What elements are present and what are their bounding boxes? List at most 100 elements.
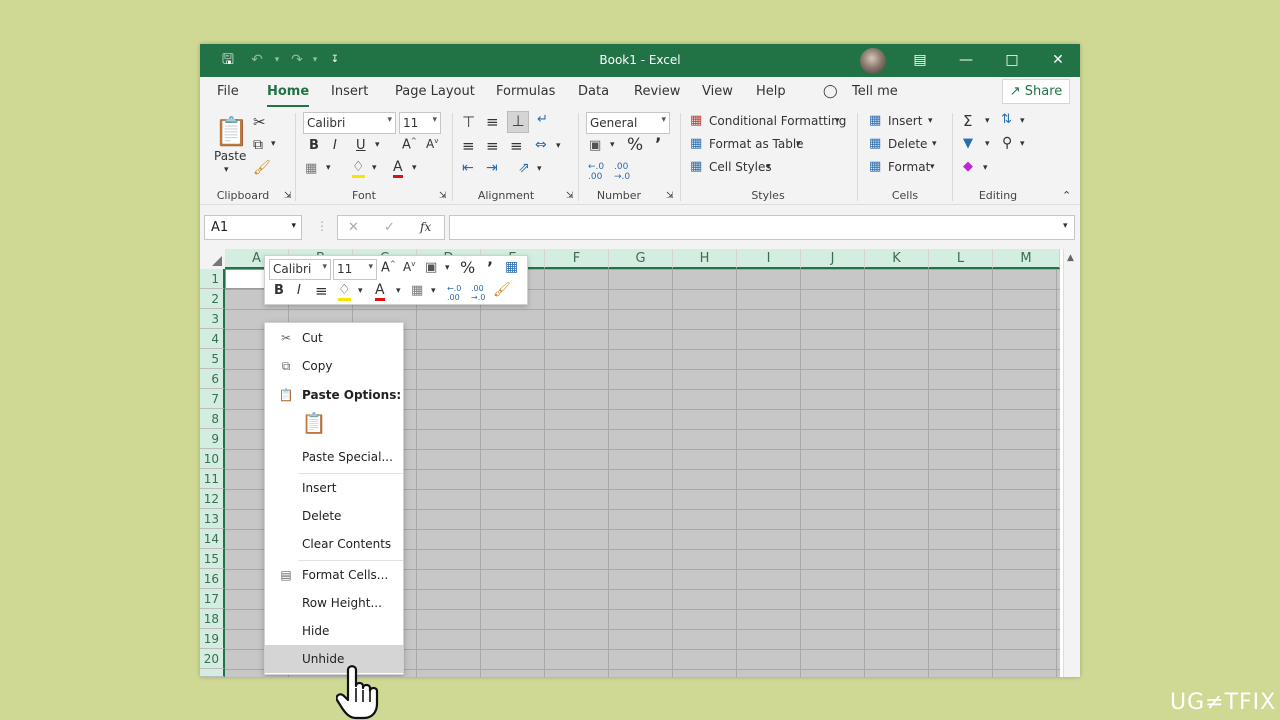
percent-icon[interactable]: % bbox=[627, 135, 643, 155]
share-button[interactable]: ↗ Share bbox=[1002, 79, 1070, 104]
row-header[interactable] bbox=[200, 669, 225, 677]
comma-style-icon[interactable]: ’ bbox=[655, 135, 661, 155]
bold-icon[interactable]: B bbox=[309, 138, 319, 153]
find-select-icon[interactable]: ⚲ bbox=[1002, 135, 1012, 151]
font-color-dropdown-icon[interactable]: ▾ bbox=[412, 163, 417, 173]
formula-input[interactable] bbox=[449, 215, 1075, 240]
wrap-text-icon[interactable]: ↵ bbox=[537, 112, 548, 127]
collapse-ribbon-icon[interactable]: ⌃ bbox=[1062, 189, 1071, 202]
orientation-icon[interactable]: ⇗ bbox=[518, 160, 530, 176]
italic-icon[interactable]: I bbox=[333, 138, 337, 153]
row-header[interactable]: 5 bbox=[200, 349, 225, 369]
accounting-dropdown-icon[interactable]: ▾ bbox=[445, 263, 450, 273]
row-header[interactable]: 2 bbox=[200, 289, 225, 309]
accounting-format-icon[interactable]: ▣ bbox=[425, 260, 437, 275]
insert-function-icon[interactable]: fx bbox=[420, 220, 431, 234]
expand-formula-icon[interactable]: ▾ bbox=[1063, 221, 1068, 231]
fill-color-icon[interactable]: ♢ bbox=[352, 159, 365, 178]
align-middle-icon[interactable]: ≡ bbox=[486, 113, 499, 131]
merge-dropdown-icon[interactable]: ▾ bbox=[556, 141, 561, 151]
close-icon[interactable]: ✕ bbox=[1035, 44, 1080, 77]
orientation-dropdown-icon[interactable]: ▾ bbox=[537, 164, 542, 174]
menu-item-paste-special[interactable]: Paste Special... bbox=[265, 443, 403, 471]
paste-icon[interactable]: 📋 bbox=[214, 115, 249, 148]
row-header[interactable]: 20 bbox=[200, 649, 225, 669]
font-size-select[interactable]: 11 ▾ bbox=[399, 112, 441, 134]
row-header[interactable]: 10 bbox=[200, 449, 225, 469]
row-header[interactable]: 14 bbox=[200, 529, 225, 549]
align-top-icon[interactable]: ⊤ bbox=[462, 113, 475, 131]
row-header[interactable]: 19 bbox=[200, 629, 225, 649]
font-name-select[interactable]: Calibri ▾ bbox=[303, 112, 396, 134]
ribbon-display-icon[interactable]: ▤ bbox=[897, 44, 943, 77]
merge-center-icon[interactable]: ⇔ bbox=[535, 137, 547, 153]
column-header-g[interactable]: G bbox=[609, 249, 673, 269]
cut-icon[interactable]: ✂ bbox=[253, 113, 266, 131]
row-header[interactable]: 17 bbox=[200, 589, 225, 609]
align-bottom-icon[interactable]: ⊥ bbox=[507, 111, 529, 133]
row-header[interactable]: 12 bbox=[200, 489, 225, 509]
mini-size-select[interactable]: 11 ▾ bbox=[333, 259, 377, 280]
minimize-icon[interactable]: — bbox=[943, 44, 989, 77]
avatar[interactable] bbox=[860, 48, 886, 74]
insert-cells-button[interactable]: Insert bbox=[888, 114, 922, 128]
row-header[interactable]: 15 bbox=[200, 549, 225, 569]
maximize-icon[interactable]: □ bbox=[989, 44, 1035, 77]
fill-color-dropdown-icon[interactable]: ▾ bbox=[358, 286, 363, 296]
delete-cells-icon[interactable]: ▦ bbox=[869, 136, 881, 151]
chevron-down-icon[interactable]: ▾ bbox=[930, 162, 935, 172]
number-launcher-icon[interactable]: ⇲ bbox=[666, 191, 674, 201]
copy-dropdown-icon[interactable]: ▾ bbox=[271, 139, 276, 149]
format-cells-icon[interactable]: ▦ bbox=[869, 159, 881, 174]
vertical-scrollbar[interactable]: ▲ bbox=[1063, 249, 1080, 677]
number-format-select[interactable]: General ▾ bbox=[586, 112, 670, 134]
enter-icon[interactable]: ✓ bbox=[384, 220, 395, 235]
autosum-icon[interactable]: Σ bbox=[963, 112, 972, 130]
menu-item-format-cells[interactable]: ▤ Format Cells... bbox=[265, 561, 403, 589]
column-header-k[interactable]: K bbox=[865, 249, 929, 269]
align-right-icon[interactable]: ≡ bbox=[510, 137, 523, 155]
align-center-icon[interactable]: ≡ bbox=[486, 137, 499, 155]
menu-item-cut[interactable]: ✂ Cut bbox=[265, 324, 403, 352]
borders-dropdown-icon[interactable]: ▾ bbox=[431, 286, 436, 296]
clipboard-launcher-icon[interactable]: ⇲ bbox=[284, 191, 292, 201]
font-color-dropdown-icon[interactable]: ▾ bbox=[396, 286, 401, 296]
paste-option-icon[interactable]: 📋 bbox=[301, 411, 327, 439]
row-header[interactable]: 18 bbox=[200, 609, 225, 629]
comma-style-icon[interactable]: ’ bbox=[487, 258, 493, 277]
clear-dropdown-icon[interactable]: ▾ bbox=[983, 163, 988, 173]
borders-dropdown-icon[interactable]: ▾ bbox=[326, 163, 331, 173]
row-header[interactable]: 1 bbox=[200, 269, 225, 289]
autosum-dropdown-icon[interactable]: ▾ bbox=[985, 116, 990, 126]
decrease-font-icon[interactable]: Av bbox=[403, 260, 415, 274]
accounting-dropdown-icon[interactable]: ▾ bbox=[610, 140, 615, 150]
column-header-m[interactable]: M bbox=[993, 249, 1060, 269]
decrease-decimal-icon[interactable]: .00 →.0 bbox=[471, 284, 485, 302]
menu-item-clear-contents[interactable]: Clear Contents bbox=[265, 530, 403, 558]
column-header-l[interactable]: L bbox=[929, 249, 993, 269]
menu-item-row-height[interactable]: Row Height... bbox=[265, 589, 403, 617]
alignment-launcher-icon[interactable]: ⇲ bbox=[566, 191, 574, 201]
format-painter-icon[interactable]: 🖌 bbox=[493, 282, 511, 298]
underline-dropdown-icon[interactable]: ▾ bbox=[375, 140, 380, 150]
row-header[interactable]: 6 bbox=[200, 369, 225, 389]
font-color-icon[interactable]: A bbox=[375, 282, 385, 301]
increase-decimal-icon[interactable]: ←.0.00 bbox=[447, 284, 461, 302]
column-header-f[interactable]: F bbox=[545, 249, 609, 269]
select-all-corner[interactable] bbox=[200, 249, 225, 269]
chevron-down-icon[interactable]: ▾ bbox=[766, 162, 771, 172]
column-header-j[interactable]: J bbox=[801, 249, 865, 269]
align-center-icon[interactable]: ≡ bbox=[315, 282, 328, 300]
column-header-i[interactable]: I bbox=[737, 249, 801, 269]
row-header[interactable]: 11 bbox=[200, 469, 225, 489]
column-header-h[interactable]: H bbox=[673, 249, 737, 269]
align-left-icon[interactable]: ≡ bbox=[462, 137, 475, 155]
cell-styles-button[interactable]: Cell Styles bbox=[709, 160, 772, 174]
tab-page-layout[interactable]: Page Layout bbox=[395, 84, 475, 99]
mini-font-select[interactable]: Calibri ▾ bbox=[269, 259, 331, 280]
menu-item-hide[interactable]: Hide bbox=[265, 617, 403, 645]
row-header[interactable]: 7 bbox=[200, 389, 225, 409]
row-header[interactable]: 16 bbox=[200, 569, 225, 589]
scroll-up-icon[interactable]: ▲ bbox=[1067, 253, 1074, 263]
row-header[interactable]: 4 bbox=[200, 329, 225, 349]
